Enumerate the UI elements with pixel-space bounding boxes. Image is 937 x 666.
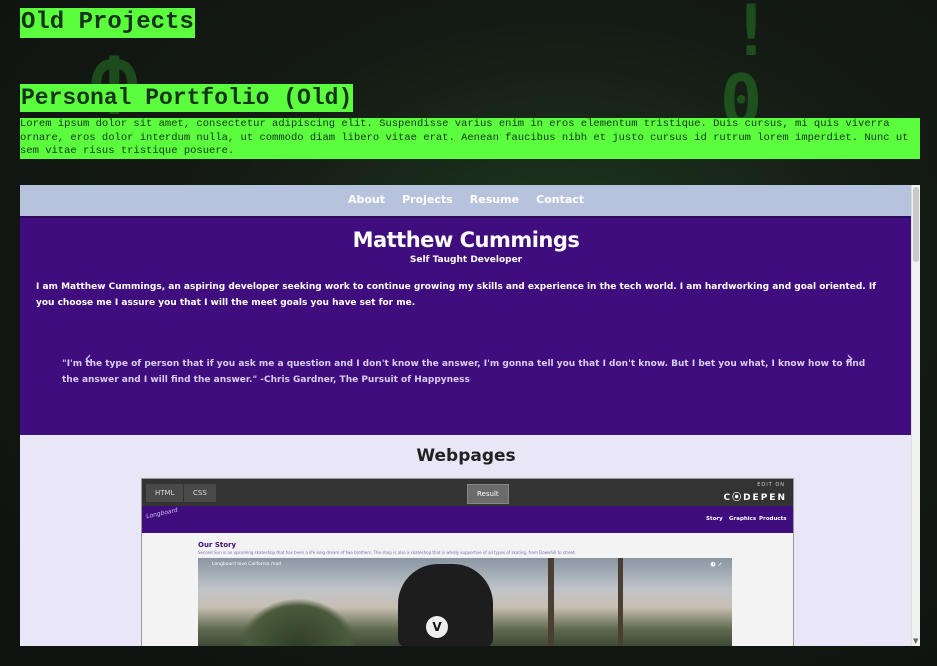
video-scenery [618,558,623,646]
codepen-embed[interactable]: HTML CSS Result EDIT ON C⦿DEPEN Longboar… [141,478,794,646]
video-player[interactable]: V Longboard love California mad 🕓 ↗ [198,558,732,646]
project-description: Lorem ipsum dolor sit amet, consectetur … [20,118,920,159]
portfolio-preview-frame[interactable]: About Projects Resume Contact Matthew Cu… [20,185,920,646]
hero-subtitle: Self Taught Developer [409,255,523,265]
nav-contact[interactable]: Contact [536,185,584,215]
portfolio-nav: About Projects Resume Contact [20,185,912,216]
quote-text: "I'm the type of person that if you ask … [62,359,866,385]
codepen-logo[interactable]: C⦿DEPEN [723,490,787,503]
frame-scrollbar[interactable]: ▼ [911,185,920,646]
codepen-toolbar: HTML CSS Result EDIT ON C⦿DEPEN [142,479,793,506]
pen-site-nav: Longboard Story Graphics Products [142,506,793,533]
nav-resume[interactable]: Resume [470,185,519,215]
project-title: Personal Portfolio (Old) [20,84,354,112]
pen-link-story[interactable]: Story [706,516,723,522]
video-title[interactable]: Longboard love California mad [212,562,281,567]
video-subject: V [398,564,493,646]
pen-body: Our Story Second Sun is an upcoming skat… [142,533,793,646]
tab-result[interactable]: Result [467,484,509,504]
tab-html[interactable]: HTML [146,484,184,502]
webpages-heading: Webpages [416,446,516,466]
nav-about[interactable]: About [348,185,385,215]
video-scenery [548,558,554,646]
edit-on-label[interactable]: EDIT ON [757,482,785,488]
vw-logo-icon: V [426,616,448,638]
scroll-down-icon[interactable]: ▼ [913,637,918,645]
hero-bio: I am Matthew Cummings, an aspiring devel… [36,282,877,308]
nav-projects[interactable]: Projects [402,185,453,215]
hero-section: Matthew Cummings Self Taught Developer I… [20,216,912,435]
tab-css[interactable]: CSS [184,484,216,502]
hero-name: Matthew Cummings [352,228,580,252]
pen-link-products[interactable]: Products [759,516,787,522]
video-scenery [238,598,358,646]
pen-link-graphics[interactable]: Graphics [729,516,756,522]
scrollbar-thumb[interactable] [913,187,919,262]
video-controls-icon[interactable]: 🕓 ↗ [710,562,722,568]
pen-site-logo[interactable]: Longboard [146,507,179,521]
story-heading: Our Story [198,541,237,549]
page-heading: Old Projects [20,8,195,38]
story-text: Second Sun is an upcoming skateshop that… [198,550,576,555]
